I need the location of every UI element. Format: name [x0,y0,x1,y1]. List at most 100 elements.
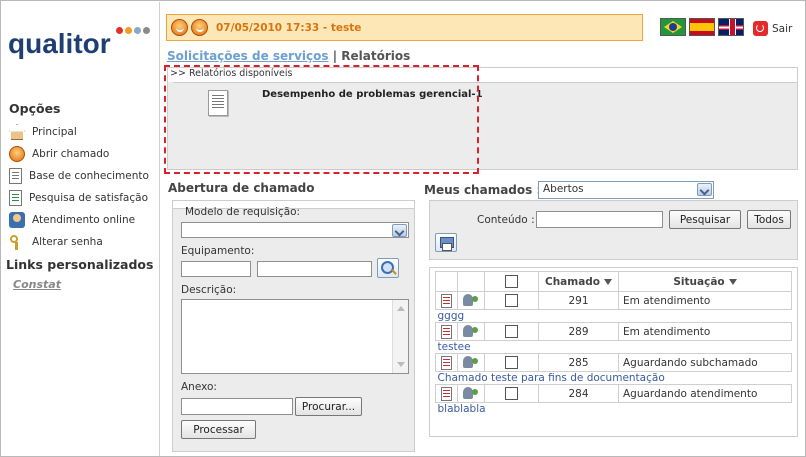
table-row: 285 Aguardando subchamado [435,353,792,372]
table-subrow: gggg [436,310,792,323]
chamado-number[interactable]: 291 [538,291,619,310]
status-bar: 07/05/2010 17:33 - teste [166,14,643,41]
pesquisar-button[interactable]: Pesquisar [669,210,741,229]
user-icon[interactable] [462,386,480,402]
row-checkbox[interactable] [505,387,518,400]
sidebar-item-atendimento-online[interactable]: Atendimento online [9,211,135,229]
filter-panel [429,200,798,260]
logo-text: qualitor [8,28,111,59]
table-row: 291 Em atendimento [435,291,792,310]
custom-links-title: Links personalizados [6,257,154,272]
situacao-cell: Em atendimento [618,322,792,341]
breadcrumb: Solicitações de serviços | Relatórios [167,49,410,63]
chevron-down-icon[interactable] [392,224,407,237]
situacao-cell: Aguardando subchamado [618,353,792,372]
breadcrumb-link-solicitacoes[interactable]: Solicitações de serviços [167,49,329,63]
table-subrow: testee [436,341,792,354]
uk-flag-icon[interactable] [718,18,744,36]
search-icon[interactable] [377,258,399,278]
descricao-textarea[interactable] [181,299,409,374]
row-checkbox[interactable] [505,356,518,369]
knowledge-base-icon [9,168,22,184]
exit-label: Sair [772,22,793,35]
sidebar-item-label: Base de conhecimento [29,170,149,182]
anexo-label: Anexo: [181,381,217,393]
open-ticket-icon [9,146,25,162]
sidebar-item-principal[interactable]: Principal [9,123,77,141]
chamado-number[interactable]: 285 [538,353,619,372]
conteudo-input[interactable] [536,211,663,228]
sidebar: qualitor Opções Principal Abrir chamado … [2,2,160,456]
home-icon [9,124,25,140]
document-icon[interactable] [441,324,452,339]
sidebar-item-label: Abrir chamado [32,148,110,160]
todos-button[interactable]: Todos [747,210,791,229]
equipamento-name-input[interactable] [257,261,372,277]
select-all-checkbox[interactable] [505,275,518,288]
survey-icon [9,190,22,206]
table-subrow: blablabla [436,403,792,416]
modelo-select[interactable] [181,222,409,238]
logo-dots [116,24,152,37]
abertura-title: Abertura de chamado [168,181,315,195]
chamado-description[interactable]: blablabla [436,403,792,416]
user-icon[interactable] [462,293,480,309]
table-row: 289 Em atendimento [435,322,792,341]
datetime-user: 07/05/2010 17:33 - teste [216,21,362,34]
print-icon[interactable] [435,233,457,252]
row-checkbox[interactable] [505,325,518,338]
sort-arrow-icon [600,276,612,288]
conteudo-label: Conteúdo : [477,214,535,226]
row-checkbox[interactable] [505,294,518,307]
sidebar-item-abrir-chamado[interactable]: Abrir chamado [9,145,109,163]
table-row: 284 Aguardando atendimento [435,384,792,403]
tickets-table: Chamado Situação 291 Em atendimento gggg… [435,271,792,416]
keys-icon [9,234,25,250]
app-window: qualitor Opções Principal Abrir chamado … [0,0,806,457]
custom-link-constat[interactable]: Constat [13,278,61,291]
chamado-description[interactable]: gggg [436,310,792,323]
highlight-box [164,65,479,174]
document-icon[interactable] [441,386,452,401]
sidebar-item-alterar-senha[interactable]: Alterar senha [9,233,103,251]
sidebar-item-pesquisa-satisfacao[interactable]: Pesquisa de satisfação [9,189,148,207]
brazil-flag-icon[interactable] [660,18,686,36]
procurar-button[interactable]: Procurar... [295,397,362,416]
document-icon[interactable] [441,293,452,308]
status-select[interactable]: Abertos [538,181,714,199]
power-icon [753,21,768,36]
chamado-description[interactable]: Chamado teste para fins de documentação [436,372,792,385]
processar-button[interactable]: Processar [181,420,256,439]
column-chamado[interactable]: Chamado [538,271,619,292]
anexo-file-input[interactable] [181,398,293,415]
situacao-cell: Em atendimento [618,291,792,310]
spain-flag-icon[interactable] [689,18,715,36]
textarea-scrollbar[interactable] [392,300,408,373]
sidebar-item-label: Atendimento online [32,214,136,226]
qualitor-logo: qualitor [8,20,158,66]
user-icon[interactable] [462,355,480,371]
status-value: Abertos [543,183,584,195]
descricao-label: Descrição: [181,284,237,296]
chamado-description[interactable]: testee [436,341,792,354]
sidebar-item-base-conhecimento[interactable]: Base de conhecimento [9,167,149,185]
sidebar-item-label: Principal [32,126,77,138]
modelo-label: Modelo de requisição: [185,206,301,218]
meus-chamados-title: Meus chamados : [424,183,542,197]
user-icon[interactable] [462,324,480,340]
column-situacao[interactable]: Situação [618,271,792,292]
chevron-down-icon[interactable] [697,183,712,196]
situacao-cell: Aguardando atendimento [618,384,792,403]
smiley-icon [191,19,208,36]
sidebar-item-label: Alterar senha [32,236,103,248]
online-support-icon [9,212,25,228]
options-title: Opções [9,101,61,116]
table-header-row: Chamado Situação [435,271,792,292]
equipamento-code-input[interactable] [181,261,251,277]
chamado-number[interactable]: 289 [538,322,619,341]
equipamento-label: Equipamento: [181,245,255,257]
smiley-icon [171,19,188,36]
document-icon[interactable] [441,355,452,370]
chamado-number[interactable]: 284 [538,384,619,403]
exit-button[interactable]: Sair [753,21,792,36]
